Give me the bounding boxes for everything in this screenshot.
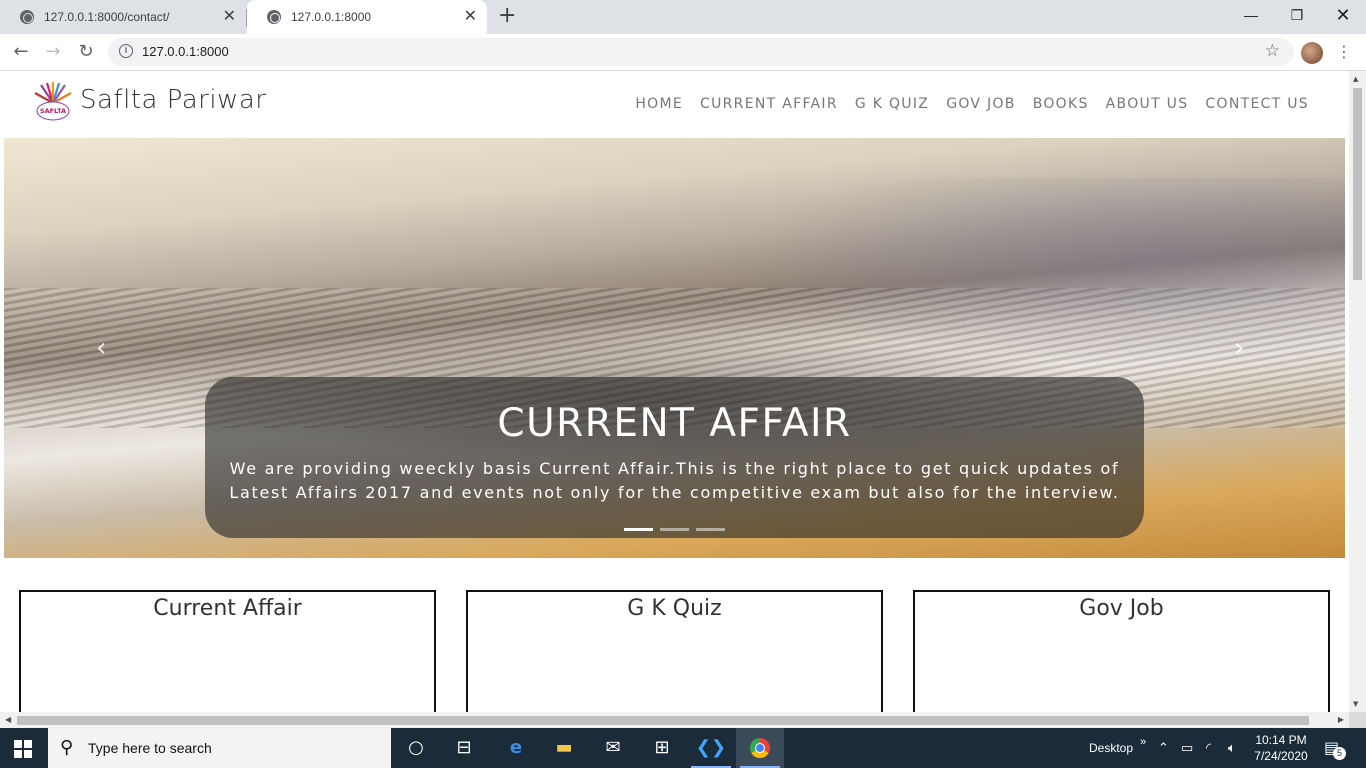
page-viewport: SAFLTA Saflta Pariwar HOME CURRENT AFFAI… <box>0 71 1366 712</box>
nav-about-us[interactable]: ABOUT US <box>1106 96 1189 112</box>
browser-toolbar: ← → ↻ i 127.0.0.1:8000 ☆ ⋮ <box>0 34 1366 71</box>
vertical-scrollbar[interactable]: ▲ ▼ <box>1349 71 1366 712</box>
saflta-logo[interactable]: SAFLTA <box>31 81 75 125</box>
nav-gov-job[interactable]: GOV JOB <box>946 96 1016 112</box>
carousel-caption: CURRENT AFFAIR We are providing weeckly … <box>205 377 1144 538</box>
windows-start-icon[interactable] <box>14 740 32 758</box>
volume-icon[interactable]: 🔈︎ <box>1228 728 1236 768</box>
scroll-down-icon[interactable]: ▼ <box>1353 700 1358 708</box>
task-view-icon[interactable]: ⊟ <box>440 728 488 768</box>
taskbar-clock[interactable]: 10:14 PM 7/24/2020 <box>1250 732 1312 764</box>
carousel-indicators <box>624 528 725 531</box>
main-navigation: HOME CURRENT AFFAIR G K QUIZ GOV JOB BOO… <box>635 96 1309 112</box>
close-tab-icon[interactable]: ✕ <box>223 9 236 25</box>
chrome-icon[interactable] <box>736 728 784 768</box>
scroll-right-icon[interactable]: ▶ <box>1338 715 1344 724</box>
wifi-icon[interactable]: ◜ <box>1206 728 1211 768</box>
profile-avatar[interactable] <box>1301 42 1323 64</box>
globe-icon <box>267 10 281 24</box>
logo-rays <box>34 82 72 104</box>
taskbar-search-box[interactable]: ⚲ Type here to search <box>48 728 391 768</box>
carousel-next-chevron-icon[interactable]: › <box>1234 333 1244 363</box>
hero-carousel: ‹ › CURRENT AFFAIR We are providing weec… <box>4 138 1345 558</box>
battery-icon[interactable]: ▭ <box>1181 728 1193 768</box>
browser-menu-icon[interactable]: ⋮ <box>1336 42 1352 62</box>
horizontal-scrollbar[interactable]: ◀ ▶ <box>0 712 1349 729</box>
notification-count-badge: 5 <box>1333 747 1346 760</box>
desktop-toolbar-label[interactable]: Desktop <box>1089 728 1133 768</box>
search-placeholder: Type here to search <box>88 740 212 756</box>
horizontal-scroll-thumb[interactable] <box>17 716 1309 725</box>
carousel-indicator-1[interactable] <box>624 528 653 531</box>
action-center-icon[interactable]: ▤ 5 <box>1324 738 1346 760</box>
bookmark-star-icon[interactable]: ☆ <box>1265 41 1280 61</box>
nav-books[interactable]: BOOKS <box>1033 96 1089 112</box>
clock-date: 7/24/2020 <box>1254 749 1308 763</box>
tab-title: 127.0.0.1:8000/contact/ <box>44 10 170 24</box>
carousel-title: CURRENT AFFAIR <box>497 401 852 446</box>
mail-icon[interactable]: ✉ <box>589 728 637 768</box>
card-title: Gov Job <box>1079 596 1164 621</box>
address-url[interactable]: 127.0.0.1:8000 <box>142 44 229 59</box>
scroll-left-icon[interactable]: ◀ <box>5 715 11 724</box>
close-tab-icon[interactable]: ✕ <box>464 9 477 25</box>
minimize-window-button[interactable]: — <box>1228 0 1274 30</box>
site-brand[interactable]: Saflta Pariwar <box>80 85 266 115</box>
vscode-icon[interactable]: ❮❯ <box>687 728 735 768</box>
clock-time: 10:14 PM <box>1255 733 1307 747</box>
browser-tab-home[interactable]: 127.0.0.1:8000 ✕ <box>247 0 487 34</box>
scrollbar-corner <box>1349 712 1366 729</box>
card-gk-quiz[interactable]: G K Quiz <box>466 590 883 712</box>
logo-text: SAFLTA <box>40 107 66 115</box>
card-title: G K Quiz <box>627 596 722 621</box>
nav-gk-quiz[interactable]: G K QUIZ <box>855 96 929 112</box>
reload-icon[interactable]: ↻ <box>74 41 98 65</box>
back-arrow-icon[interactable]: ← <box>9 41 33 65</box>
new-tab-button[interactable]: + <box>498 5 516 27</box>
store-icon[interactable]: ⊞ <box>638 728 686 768</box>
nav-home[interactable]: HOME <box>635 96 683 112</box>
card-title: Current Affair <box>153 596 302 621</box>
carousel-text: We are providing weeckly basis Current A… <box>229 459 1120 502</box>
cortana-icon[interactable]: ○ <box>392 728 440 768</box>
carousel-prev-chevron-icon[interactable]: ‹ <box>96 333 106 363</box>
globe-icon <box>20 10 34 24</box>
chrome-logo-icon <box>750 738 770 758</box>
carousel-indicator-3[interactable] <box>696 528 725 531</box>
nav-current-affair[interactable]: CURRENT AFFAIR <box>700 96 838 112</box>
vertical-scroll-thumb[interactable] <box>1353 88 1362 280</box>
tab-title: 127.0.0.1:8000 <box>291 10 372 24</box>
address-bar[interactable]: i 127.0.0.1:8000 ☆ <box>108 38 1294 66</box>
show-hidden-icons-icon[interactable]: ⌃ <box>1158 728 1169 768</box>
file-explorer-icon[interactable]: ▬ <box>540 728 588 768</box>
browser-tab-contact[interactable]: 127.0.0.1:8000/contact/ ✕ <box>0 0 246 34</box>
site-info-icon[interactable]: i <box>119 44 133 58</box>
toolbar-expand-icon[interactable]: » <box>1140 722 1146 762</box>
windows-taskbar: ⚲ Type here to search ○ ⊟ e ▬ ✉ ⊞ ❮❯ Des… <box>0 728 1366 768</box>
browser-tab-strip: 127.0.0.1:8000/contact/ ✕ 127.0.0.1:8000… <box>0 0 1366 34</box>
card-gov-job[interactable]: Gov Job <box>913 590 1330 712</box>
close-window-button[interactable]: ✕ <box>1320 0 1366 30</box>
carousel-indicator-2[interactable] <box>660 528 689 531</box>
scroll-up-icon[interactable]: ▲ <box>1353 75 1358 83</box>
forward-arrow-icon[interactable]: → <box>41 41 65 65</box>
search-icon: ⚲ <box>60 737 74 758</box>
edge-browser-icon[interactable]: e <box>492 728 540 768</box>
card-current-affair[interactable]: Current Affair <box>19 590 436 712</box>
restore-window-button[interactable]: ❐ <box>1274 0 1320 30</box>
nav-contact-us[interactable]: CONTECT US <box>1205 96 1309 112</box>
